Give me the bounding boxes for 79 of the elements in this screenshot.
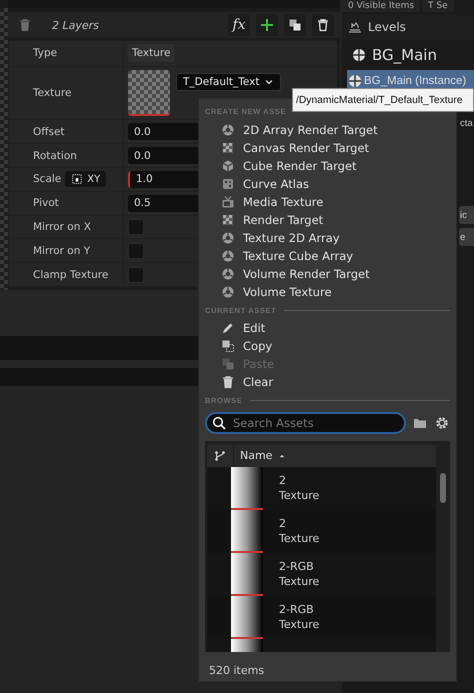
property-label: Type [32, 47, 58, 60]
name-column-header[interactable]: Name [240, 449, 272, 462]
paste-icon [221, 357, 235, 372]
outliner-tab[interactable]: T Se [422, 0, 454, 12]
copy-icon [221, 339, 235, 354]
axis-toggle[interactable]: XY [65, 171, 106, 188]
property-label: Mirror on Y [33, 244, 90, 257]
sphere-icon [221, 231, 235, 246]
partial-label: ic [459, 206, 474, 224]
sphere-icon [221, 249, 235, 264]
texture-thumbnail [231, 466, 263, 510]
asset-name: 2 [279, 473, 287, 488]
item-count: 520 items [208, 662, 266, 677]
grid-icon [221, 213, 235, 228]
sphere-icon [221, 285, 235, 300]
partial-label: e [459, 228, 474, 246]
property-label: Offset [33, 126, 65, 138]
tooltip: /DynamicMaterial/T_Default_Texture [292, 88, 474, 112]
asset-type: Texture [279, 617, 320, 632]
delete-button[interactable] [312, 14, 334, 36]
search-icon [212, 416, 226, 430]
level-item[interactable]: BG_Main [342, 40, 474, 70]
search-field[interactable]: Search Assets [205, 412, 406, 434]
pencil-icon [221, 321, 235, 336]
trash-icon [18, 18, 32, 32]
property-label: Pivot [33, 197, 59, 210]
asset-name: 2-RGB [279, 602, 315, 618]
lock-icon [71, 173, 84, 186]
asset-row[interactable]: 2 Texture [207, 466, 436, 510]
menu-item[interactable]: Volume Render Target [205, 265, 450, 284]
trash-icon [221, 375, 235, 390]
property-label: Texture [32, 87, 72, 100]
property-label: Clamp Texture [33, 268, 108, 281]
duplicate-button[interactable] [284, 14, 306, 36]
asset-name: 2 [279, 516, 287, 532]
menu-item[interactable]: Render Target [205, 211, 450, 230]
property-label: Scale [33, 173, 62, 186]
asset-type: Texture [279, 488, 320, 504]
levels-icon [348, 20, 362, 34]
asset-row[interactable]: 2-RGB Texture [207, 596, 436, 639]
grid-icon [221, 140, 235, 155]
partial-label: cta [459, 116, 474, 130]
asset-type: Texture [279, 574, 320, 590]
atlas-icon [221, 177, 235, 191]
level-icon [348, 74, 362, 88]
function-button[interactable]: fx [228, 14, 250, 36]
add-button[interactable] [256, 14, 278, 36]
outliner-tab[interactable]: 0 Visible Items [342, 0, 420, 12]
settings-icon [434, 415, 450, 432]
layer-count: 2 Layers [52, 18, 100, 32]
menu-item[interactable]: Copy [205, 337, 450, 356]
cube-icon [221, 158, 235, 173]
level-icon [352, 48, 366, 62]
sphere-icon [221, 122, 235, 137]
menu-item[interactable]: Texture 2D Array [205, 229, 450, 248]
property-label: Rotation [33, 150, 77, 162]
texture-thumbnail [231, 552, 263, 596]
levels-header: Levels [368, 20, 406, 34]
menu-item[interactable]: Clear [205, 373, 450, 392]
scrollbar[interactable] [440, 472, 446, 503]
duplicate-icon [288, 18, 302, 32]
texture-thumbnail [231, 510, 263, 553]
menu-item[interactable]: Volume Texture [205, 283, 450, 302]
asset-name: 2-RGB [279, 559, 315, 574]
plus-icon [260, 18, 274, 32]
folder-icon [412, 416, 428, 430]
sphere-icon [221, 267, 235, 282]
asset-type: Texture [279, 531, 320, 546]
asset-dropdown[interactable]: T_Default_Text [176, 72, 281, 91]
asset-row[interactable]: 2-RGB Texture [207, 552, 436, 596]
tv-icon [221, 195, 235, 210]
texture-thumbnail[interactable] [128, 70, 170, 116]
trash-icon [316, 18, 330, 32]
menu-item[interactable]: Edit [205, 319, 450, 338]
property-label: Mirror on X [33, 221, 91, 234]
menu-item[interactable]: Texture Cube Array [205, 247, 450, 266]
branch-icon [214, 450, 226, 462]
type-value: Texture [128, 44, 174, 62]
asset-row[interactable]: 2 Texture [207, 510, 436, 553]
